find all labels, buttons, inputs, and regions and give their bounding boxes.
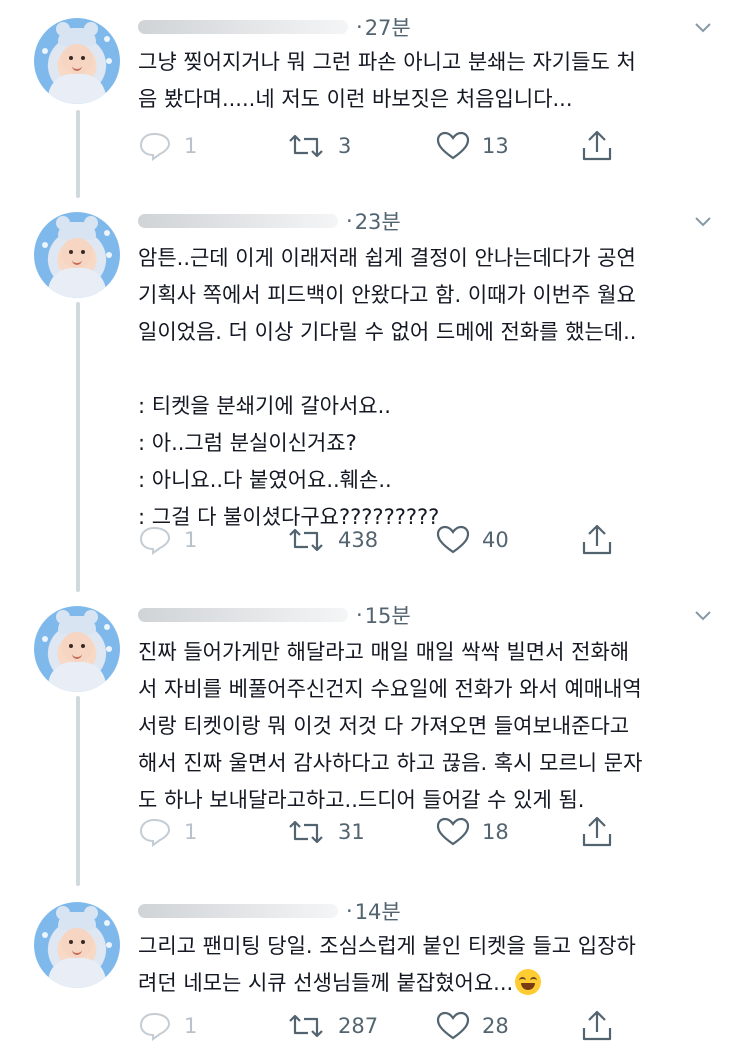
tweet-time: 27분	[364, 16, 411, 40]
tweet-time: 23분	[354, 210, 401, 234]
chevron-down-icon[interactable]	[694, 610, 712, 622]
grinning-squint-emoji	[515, 969, 542, 995]
reply-count: 1	[184, 134, 198, 158]
reply-bubble-icon	[139, 1012, 171, 1041]
retweet-button[interactable]: 438	[286, 520, 378, 560]
tweet-time: 14분	[354, 900, 401, 924]
tweet-actions: 1 31 18	[0, 812, 750, 852]
like-button[interactable]: 28	[436, 1006, 509, 1046]
reply-button[interactable]: 1	[138, 1006, 197, 1046]
tweet-meta: · 27분	[138, 14, 411, 40]
like-count: 40	[482, 528, 509, 552]
chevron-down-icon[interactable]	[694, 216, 712, 228]
tweet-text: 그냥 찢어지거나 뭐 그런 파손 아니고 분쇄는 자기들도 처 음 봤다며...…	[138, 50, 636, 111]
reply-button[interactable]: 1	[138, 812, 197, 852]
heart-icon	[436, 817, 470, 846]
tweet-actions: 1 3 13	[0, 126, 750, 166]
retweet-count: 287	[338, 1014, 379, 1038]
username-blurred	[138, 214, 338, 228]
share-icon	[582, 524, 612, 555]
tweet-text: 그리고 팬미팅 당일. 조심스럽게 붙인 티켓을 들고 입장하 려던 네모는 시…	[138, 928, 718, 1002]
tweet-actions: 1 287 28	[0, 1006, 750, 1046]
username-blurred	[138, 904, 338, 918]
username-blurred	[138, 608, 348, 622]
retweet-button[interactable]: 3	[286, 126, 351, 166]
tweet-text-body: 그리고 팬미팅 당일. 조심스럽게 붙인 티켓을 들고 입장하 려던 네모는 시…	[138, 934, 636, 995]
reply-count: 1	[184, 820, 198, 844]
reply-button[interactable]: 1	[138, 126, 197, 166]
like-button[interactable]: 40	[436, 520, 509, 560]
reply-count: 1	[184, 1014, 198, 1038]
tweet-time: 15분	[364, 604, 411, 628]
tweet-text: 진짜 들어가게만 해달라고 매일 매일 싹싹 빌면서 전화해 서 자비를 베풀어…	[138, 640, 643, 812]
avatar[interactable]	[34, 902, 120, 988]
tweet[interactable]: · 23분 암튼..근데 이게 이래저래 쉽게 결정이 안나는데다가 공연 기획…	[0, 198, 750, 588]
heart-icon	[436, 131, 470, 160]
like-count: 13	[482, 134, 509, 158]
like-count: 28	[482, 1014, 509, 1038]
share-button[interactable]	[580, 812, 614, 852]
retweet-button[interactable]: 31	[286, 812, 365, 852]
like-button[interactable]: 13	[436, 126, 509, 166]
retweet-icon	[289, 820, 323, 844]
tweet-text: 암튼..근데 이게 이래저래 쉽게 결정이 안나는데다가 공연 기획사 쪽에서 …	[138, 246, 637, 529]
heart-icon	[436, 1011, 470, 1040]
tweet-meta: · 23분	[138, 208, 401, 234]
like-button[interactable]: 18	[436, 812, 509, 852]
reply-bubble-icon	[139, 132, 171, 161]
retweet-count: 438	[338, 528, 379, 552]
tweet-meta: · 15분	[138, 602, 411, 628]
reply-button[interactable]: 1	[138, 520, 197, 560]
tweet[interactable]: · 15분 진짜 들어가게만 해달라고 매일 매일 싹싹 빌면서 전화해 서 자…	[0, 592, 750, 888]
share-icon	[582, 816, 612, 847]
chevron-down-icon[interactable]	[694, 22, 712, 34]
avatar[interactable]	[34, 18, 120, 104]
avatar[interactable]	[34, 606, 120, 692]
retweet-icon	[289, 1014, 323, 1038]
retweet-icon	[289, 134, 323, 158]
share-icon	[582, 1010, 612, 1041]
avatar[interactable]	[34, 212, 120, 298]
share-button[interactable]	[580, 126, 614, 166]
reply-count: 1	[184, 528, 198, 552]
share-icon	[582, 130, 612, 161]
tweet[interactable]: · 14분 그리고 팬미팅 당일. 조심스럽게 붙인 티켓을 들고 입장하 려던…	[0, 888, 750, 1062]
like-count: 18	[482, 820, 509, 844]
tweet[interactable]: · 27분 그냥 찢어지거나 뭐 그런 파손 아니고 분쇄는 자기들도 처 음 …	[0, 0, 750, 195]
reply-bubble-icon	[139, 526, 171, 555]
username-blurred	[138, 20, 348, 34]
heart-icon	[436, 525, 470, 554]
reply-bubble-icon	[139, 818, 171, 847]
retweet-count: 31	[338, 820, 365, 844]
retweet-count: 3	[338, 134, 352, 158]
retweet-icon	[289, 528, 323, 552]
share-button[interactable]	[580, 1006, 614, 1046]
share-button[interactable]	[580, 520, 614, 560]
retweet-button[interactable]: 287	[286, 1006, 378, 1046]
tweet-actions: 1 438 40	[0, 520, 750, 560]
tweet-meta: · 14분	[138, 898, 401, 924]
